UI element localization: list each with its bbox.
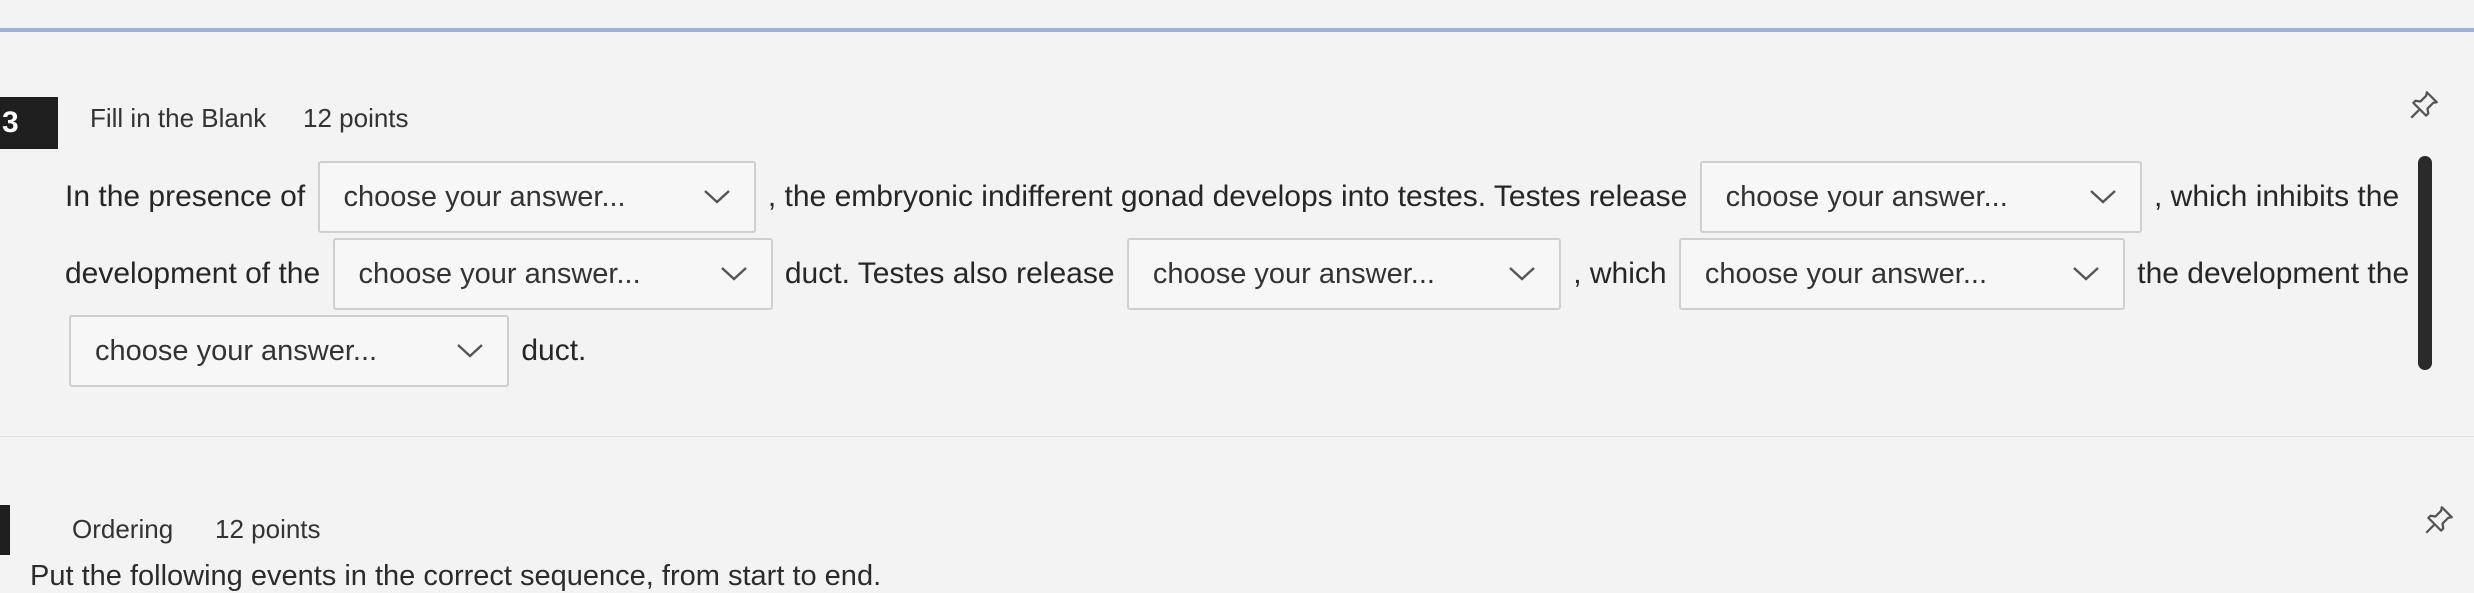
chevron-down-icon [703,190,730,204]
pin-icon[interactable] [2422,503,2456,537]
chevron-down-icon [720,267,747,281]
answer-dropdown-4[interactable]: choose your answer... [1126,238,1561,311]
pin-icon[interactable] [2407,88,2441,122]
chevron-down-icon [1509,267,1535,281]
dropdown-value: choose your answer... [1725,181,2008,214]
top-divider [0,28,2474,32]
answer-dropdown-6[interactable]: choose your answer... [69,315,509,388]
question-number [0,505,10,555]
sentence-text: , which [1573,257,1667,291]
chevron-down-icon [457,344,483,358]
answer-dropdown-2[interactable]: choose your answer... [1699,161,2142,234]
answer-dropdown-3[interactable]: choose your answer... [332,238,773,311]
answer-dropdown-5[interactable]: choose your answer... [1678,238,2125,311]
chevron-down-icon [2073,267,2099,281]
dropdown-value: choose your answer... [95,335,378,368]
dropdown-value: choose your answer... [1704,258,1988,291]
question-points: 12 points [215,514,321,544]
dropdown-value: choose your answer... [1152,258,1435,291]
sentence-text: duct. [521,334,587,368]
ordering-instructions: Put the following events in the correct … [30,560,882,592]
chevron-down-icon [2089,190,2116,204]
question-number: 3 [0,97,58,149]
question-type: Ordering [72,514,174,544]
scrollbar-thumb[interactable] [2418,156,2432,370]
sentence-text: In the presence of [65,180,306,214]
answer-dropdown-1[interactable]: choose your answer... [317,161,756,234]
sentence-text: duct. Testes also release [784,257,1115,291]
question-points: 12 points [303,103,409,133]
sentence-text: the development the [2137,257,2410,291]
question-divider [0,436,2474,437]
sentence-text: , the embryonic indifferent gonad develo… [767,180,1688,214]
dropdown-value: choose your answer... [343,181,626,214]
question-type: Fill in the Blank [90,103,267,133]
dropdown-value: choose your answer... [358,258,641,291]
fill-in-blank-body: In the presence of choose your answer...… [65,158,2410,389]
